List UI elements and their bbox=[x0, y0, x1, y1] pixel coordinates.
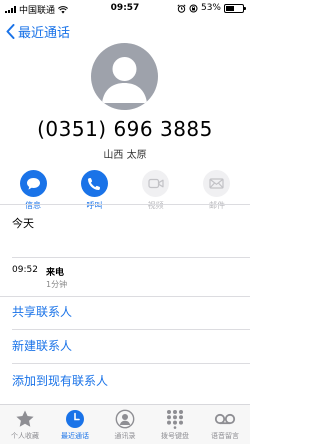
divider bbox=[12, 257, 250, 258]
tab-keypad[interactable]: 拨号键盘 bbox=[150, 405, 200, 444]
star-icon bbox=[15, 409, 35, 429]
contacts-icon bbox=[115, 409, 135, 429]
call-duration: 1分钟 bbox=[46, 280, 68, 289]
alarm-icon bbox=[177, 3, 186, 13]
divider bbox=[0, 204, 250, 205]
divider bbox=[12, 363, 250, 364]
keypad-icon bbox=[165, 409, 185, 429]
mail-button-circle bbox=[203, 170, 231, 197]
video-button-circle bbox=[142, 170, 170, 197]
tab-label: 个人收藏 bbox=[11, 432, 39, 440]
status-bar: 中国联通 09:57 53% bbox=[0, 0, 250, 18]
person-silhouette-icon bbox=[102, 57, 147, 103]
video-label: 视频 bbox=[147, 201, 164, 210]
chevron-left-icon bbox=[6, 24, 15, 39]
phone-icon bbox=[88, 177, 101, 190]
tab-label: 通讯录 bbox=[114, 432, 136, 440]
call-type: 来电 bbox=[46, 268, 65, 278]
tab-label: 语音留言 bbox=[211, 432, 239, 440]
message-icon bbox=[26, 177, 40, 190]
clock-icon bbox=[65, 409, 85, 429]
call-time: 09:52 bbox=[12, 265, 38, 275]
create-contact-button[interactable]: 新建联系人 bbox=[12, 337, 72, 354]
tab-contacts[interactable]: 通讯录 bbox=[100, 405, 150, 444]
share-contact-button[interactable]: 共享联系人 bbox=[12, 303, 72, 320]
message-label: 信息 bbox=[25, 201, 41, 210]
phone-number: (0351) 696 3885 bbox=[37, 117, 213, 141]
back-button[interactable]: 最近通话 bbox=[6, 22, 70, 41]
battery-percent: 53% bbox=[200, 3, 221, 13]
recents-header: 今天 bbox=[12, 217, 34, 230]
back-label: 最近通话 bbox=[18, 26, 71, 41]
tab-label: 最近通话 bbox=[61, 432, 89, 440]
caller-location: 山西 太原 bbox=[103, 150, 147, 161]
voicemail-icon bbox=[214, 409, 236, 429]
call-label: 呼叫 bbox=[86, 201, 103, 210]
divider bbox=[0, 296, 250, 297]
tab-favorites[interactable]: 个人收藏 bbox=[0, 405, 50, 444]
call-button-circle bbox=[80, 170, 108, 197]
tab-bar: 个人收藏 最近通话 通讯录 拨号键盘 语音留言 bbox=[0, 404, 250, 444]
battery-icon bbox=[224, 3, 246, 13]
rotation-lock-icon bbox=[189, 4, 198, 12]
divider bbox=[12, 329, 250, 330]
message-button-circle bbox=[19, 170, 47, 197]
avatar bbox=[91, 43, 158, 110]
tab-recents[interactable]: 最近通话 bbox=[50, 405, 100, 444]
mail-label: 邮件 bbox=[208, 201, 225, 210]
status-right: 53% bbox=[177, 3, 246, 13]
tab-voicemail[interactable]: 语音留言 bbox=[200, 405, 250, 444]
mail-icon bbox=[209, 178, 225, 189]
add-to-existing-contact-button[interactable]: 添加到现有联系人 bbox=[12, 372, 108, 389]
video-icon bbox=[148, 178, 164, 189]
tab-label: 拨号键盘 bbox=[161, 432, 189, 440]
